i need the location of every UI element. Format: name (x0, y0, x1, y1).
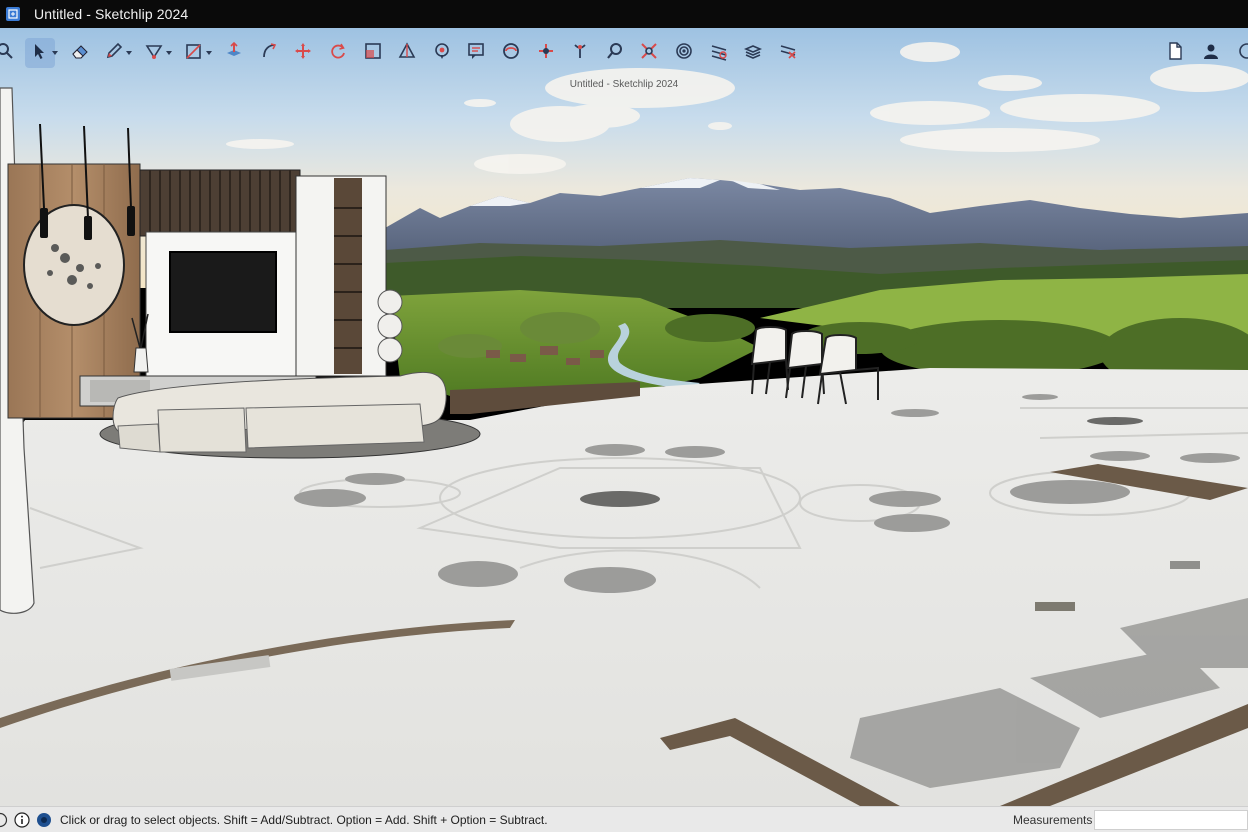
rectangle-tool[interactable] (179, 38, 213, 68)
account-button[interactable] (1196, 38, 1226, 68)
text-tool[interactable] (461, 38, 491, 68)
rotate-icon (328, 41, 348, 66)
orbit-icon (501, 41, 521, 66)
layers-icon (743, 41, 763, 66)
select-tool[interactable] (24, 38, 58, 68)
eraser-tool[interactable] (65, 38, 95, 68)
section-plane-tool[interactable] (704, 38, 734, 68)
main-toolbar (0, 28, 1248, 78)
scale-icon (363, 41, 383, 66)
zoom-icon (605, 41, 625, 66)
search-tool[interactable] (0, 38, 20, 68)
3d-viewport[interactable]: Untitled - Sketchlip 2024 (0, 28, 1248, 806)
arrow-cursor-icon (30, 41, 50, 66)
move-tool[interactable] (288, 38, 318, 68)
credits-icon[interactable] (36, 812, 52, 828)
arc-tool[interactable] (139, 38, 173, 68)
triangle-icon (397, 41, 417, 66)
arc-icon (144, 41, 164, 66)
viewport-title-overlay: Untitled - Sketchlip 2024 (569, 79, 679, 90)
follow-me-tool[interactable] (254, 38, 284, 68)
document-button[interactable] (1160, 38, 1190, 68)
toolbar-right-group (1160, 28, 1248, 78)
paint-tool[interactable] (427, 38, 457, 68)
eraser-icon (70, 41, 90, 66)
status-hint: Click or drag to select objects. Shift =… (60, 812, 548, 827)
zoom-tool[interactable] (600, 38, 630, 68)
orbit-tool[interactable] (496, 38, 526, 68)
layers-tool[interactable] (738, 38, 768, 68)
title-bar: Untitled - Sketchlip 2024 (0, 0, 1248, 28)
move-icon (293, 41, 313, 66)
push-pull-icon (224, 41, 244, 66)
pencil-icon (104, 41, 124, 66)
zoom-extents-tool[interactable] (634, 38, 664, 68)
chevron-down-icon (51, 51, 58, 55)
push-pull-tool[interactable] (219, 38, 249, 68)
scene-render[interactable] (0, 28, 1248, 806)
follow-me-icon (259, 41, 279, 66)
measurements-input[interactable] (1094, 810, 1248, 830)
position-camera-tool[interactable] (669, 38, 699, 68)
app-icon (6, 7, 20, 21)
scale-tool[interactable] (358, 38, 388, 68)
chevron-down-icon (206, 51, 213, 55)
status-circle-icon[interactable] (0, 812, 8, 828)
status-bar: Click or drag to select objects. Shift =… (0, 806, 1248, 832)
tape-measure-tool[interactable] (392, 38, 422, 68)
camera-target-icon (674, 41, 694, 66)
walk-icon (570, 41, 590, 66)
magnifier-icon (0, 41, 15, 66)
section-display-tool[interactable] (773, 38, 803, 68)
chevron-down-icon (126, 51, 133, 55)
info-button[interactable] (1232, 38, 1248, 68)
rotate-tool[interactable] (323, 38, 353, 68)
zoom-extents-icon (639, 41, 659, 66)
pencil-tool[interactable] (99, 38, 133, 68)
section-display-icon (778, 41, 798, 66)
measurements-label: Measurements (1013, 813, 1093, 827)
pan-icon (536, 41, 556, 66)
chevron-down-icon (166, 51, 173, 55)
paint-icon (432, 41, 452, 66)
circle-icon (1237, 41, 1248, 66)
pan-tool[interactable] (531, 38, 561, 68)
window-title: Untitled - Sketchlip 2024 (34, 6, 189, 22)
user-icon (1201, 41, 1221, 66)
section-plane-icon (709, 41, 729, 66)
text-box-icon (466, 41, 486, 66)
info-icon[interactable] (14, 811, 30, 828)
walk-tool[interactable] (565, 38, 595, 68)
rectangle-icon (184, 41, 204, 66)
document-icon (1165, 41, 1185, 66)
